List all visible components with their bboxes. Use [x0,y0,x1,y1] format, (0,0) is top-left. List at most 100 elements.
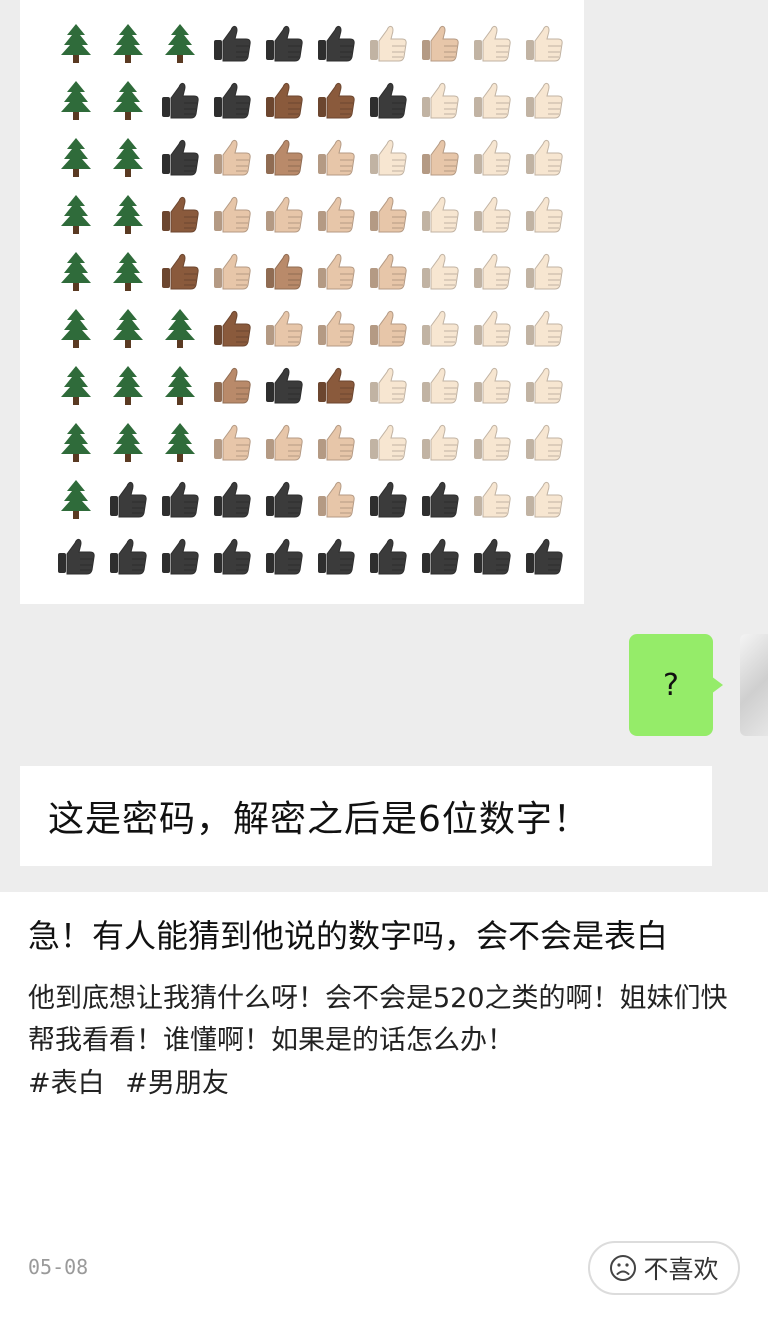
emoji-cell-thumb [414,356,466,413]
thumbs-up-icon [422,310,459,346]
emoji-cell-thumb [466,299,518,356]
emoji-cell-tree [50,413,102,470]
emoji-cell-thumb [362,413,414,470]
emoji-cell-thumb [362,356,414,413]
thumbs-up-icon [370,82,407,118]
thumbs-up-icon [474,424,511,460]
emoji-cell-thumb [154,71,206,128]
thumbs-up-icon [110,538,147,574]
emoji-cell-thumb [258,71,310,128]
thumbs-up-icon [370,424,407,460]
emoji-cell-thumb [518,128,570,185]
thumbs-up-icon [422,139,459,175]
emoji-cell-tree [50,242,102,299]
thumbs-up-icon [526,424,563,460]
thumbs-up-icon [318,310,355,346]
chat-screenshot: ? 这是密码，解密之后是6位数字！ [0,0,768,892]
thumbs-up-icon [266,424,303,460]
thumbs-up-icon [526,367,563,403]
emoji-cell-thumb [50,527,102,584]
thumbs-up-icon [526,481,563,517]
sad-face-icon [610,1255,637,1281]
emoji-cell-thumb [362,185,414,242]
thumbs-up-icon [422,196,459,232]
emoji-cell-thumb [206,242,258,299]
tag-link[interactable]: #表白 [28,1068,105,1099]
emoji-cell-thumb [362,527,414,584]
emoji-cell-thumb [258,128,310,185]
thumbs-up-icon [370,139,407,175]
thumbs-up-icon [474,367,511,403]
emoji-cell-thumb [518,527,570,584]
evergreen-tree-icon [61,422,91,462]
emoji-cell-thumb [310,470,362,527]
thumbs-up-icon [214,538,251,574]
evergreen-tree-icon [61,80,91,120]
thumbs-up-icon [526,310,563,346]
thumbs-up-icon [58,538,95,574]
thumbs-up-icon [370,25,407,61]
emoji-cell-tree [102,128,154,185]
emoji-cell-thumb [102,470,154,527]
evergreen-tree-icon [113,194,143,234]
thumbs-up-icon [474,82,511,118]
post: 急！有人能猜到他说的数字吗，会不会是表白 他到底想让我猜什么呀！会不会是520之… [0,892,768,1320]
emoji-cell-thumb [466,14,518,71]
emoji-cell-tree [102,14,154,71]
emoji-cell-thumb [310,242,362,299]
received-message-bubble: 这是密码，解密之后是6位数字！ [20,766,712,866]
thumbs-up-icon [370,481,407,517]
thumbs-up-icon [318,196,355,232]
thumbs-up-icon [370,367,407,403]
thumbs-up-icon [214,139,251,175]
emoji-cell-thumb [518,242,570,299]
emoji-cell-thumb [102,527,154,584]
thumbs-up-icon [266,25,303,61]
avatar[interactable] [740,634,768,736]
thumbs-up-icon [162,139,199,175]
emoji-cell-thumb [258,527,310,584]
evergreen-tree-icon [61,365,91,405]
emoji-cell-thumb [414,470,466,527]
emoji-cell-thumb [518,413,570,470]
thumbs-up-icon [422,367,459,403]
thumbs-up-icon [318,538,355,574]
thumbs-up-icon [266,538,303,574]
thumbs-up-icon [110,481,147,517]
evergreen-tree-icon [113,251,143,291]
thumbs-up-icon [526,196,563,232]
evergreen-tree-icon [61,194,91,234]
emoji-cell-thumb [414,413,466,470]
image-message[interactable] [20,0,584,604]
emoji-cell-thumb [518,356,570,413]
post-body: 他到底想让我猜什么呀！会不会是520之类的啊！姐妹们快帮我看看！谁懂啊！如果是的… [28,983,728,1056]
thumbs-up-icon [370,196,407,232]
emoji-cell-thumb [466,242,518,299]
evergreen-tree-icon [113,365,143,405]
emoji-cell-tree [50,14,102,71]
emoji-cell-thumb [414,71,466,128]
emoji-cell-thumb [414,128,466,185]
thumbs-up-icon [370,310,407,346]
emoji-cell-thumb [310,71,362,128]
dislike-button[interactable]: 不喜欢 [588,1241,740,1295]
evergreen-tree-icon [113,137,143,177]
sent-message-bubble: ? [629,634,723,736]
emoji-cell-thumb [414,185,466,242]
emoji-cell-thumb [206,299,258,356]
thumbs-up-icon [318,424,355,460]
emoji-cell-thumb [362,470,414,527]
thumbs-up-icon [474,25,511,61]
tag-link[interactable]: #男朋友 [125,1068,229,1099]
evergreen-tree-icon [61,308,91,348]
thumbs-up-icon [162,82,199,118]
emoji-cell-thumb [154,185,206,242]
emoji-cell-thumb [414,527,466,584]
evergreen-tree-icon [113,308,143,348]
emoji-cell-thumb [362,128,414,185]
emoji-cell-thumb [466,128,518,185]
thumbs-up-icon [474,139,511,175]
emoji-cell-thumb [518,71,570,128]
emoji-cell-thumb [466,413,518,470]
emoji-cell-tree [102,299,154,356]
